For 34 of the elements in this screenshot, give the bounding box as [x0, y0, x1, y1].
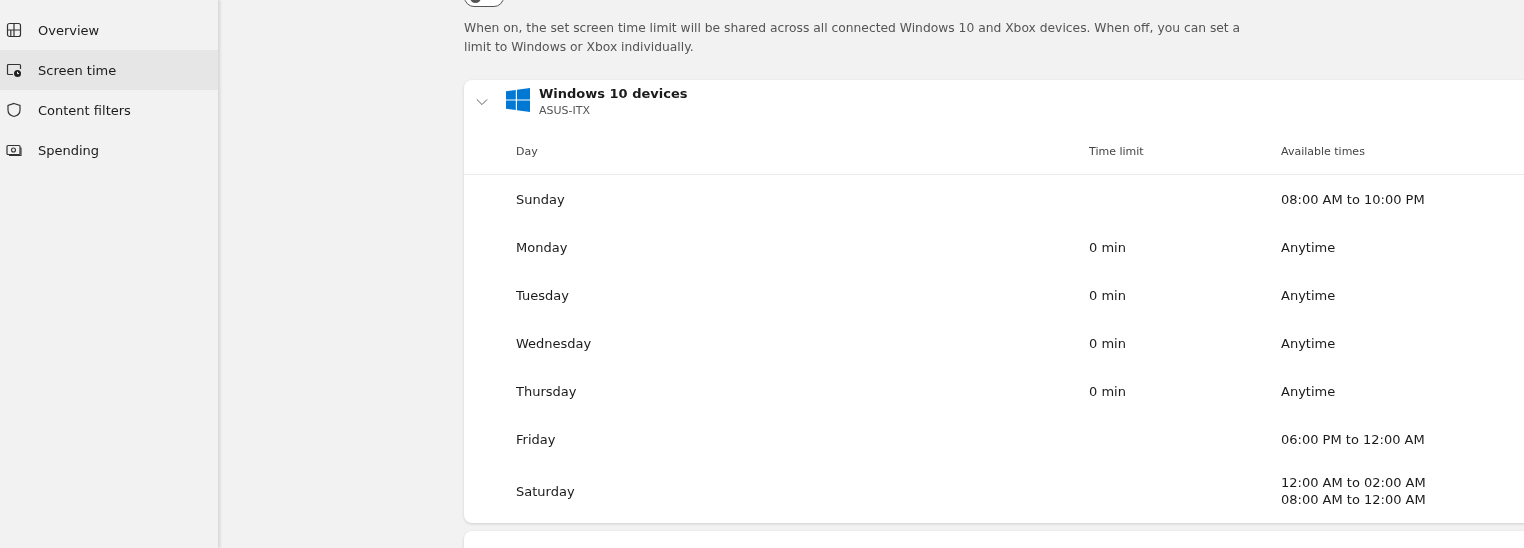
banknote-icon [6, 142, 22, 158]
table-cell-text: Anytime [1281, 383, 1337, 399]
description-text: When on, the set screen time limit will be shared across all connected Windows 10 and Xbox devices. When off, you can set a limit to Windows or Xbox individually. [464, 20, 1242, 56]
table-cell-text: 08:00 AM to 10:00 PM [1281, 191, 1426, 207]
table-cell-text: 12:00 AM to 02:00 AM [1281, 475, 1427, 490]
table-cell-text: 0 min [1089, 239, 1127, 255]
table-cell-text: 08:00 AM to 12:00 AM [1281, 492, 1427, 507]
table-cell-text: Wednesday [516, 335, 593, 351]
monitor-clock-icon [6, 62, 22, 78]
column-header: Available times [1281, 144, 1366, 158]
sidebar-item[interactable]: Content filters [0, 90, 218, 130]
sidebar-item[interactable]: Screen time [0, 50, 218, 90]
table-cell-text: Anytime [1281, 335, 1337, 351]
card-title: Windows 10 devices [539, 85, 688, 101]
column-header: Day [516, 144, 539, 158]
overview-icon [6, 22, 22, 38]
shield-icon [6, 102, 22, 118]
table-cell-text: Tuesday [516, 287, 570, 303]
table-cell-text: 0 min [1089, 287, 1127, 303]
table-cell-text: Monday [516, 239, 569, 255]
device-name: ASUS-ITX [539, 103, 591, 117]
four-pane-window-icon [506, 88, 530, 112]
table-cell-text: Saturday [516, 483, 576, 499]
table-cell-text: 06:00 PM to 12:00 AM [1281, 431, 1426, 447]
table-cell-text: Sunday [516, 191, 566, 207]
sidebar-item[interactable]: Spending [0, 130, 218, 170]
sidebar-item[interactable]: Overview [0, 10, 218, 50]
table-cell-text: 0 min [1089, 335, 1127, 351]
column-header: Time limit [1089, 144, 1145, 158]
table-cell-text: Friday [516, 431, 557, 447]
table-cell-text: 0 min [1089, 383, 1127, 399]
table-cell-text: Anytime [1281, 287, 1337, 303]
table-cell-text: Anytime [1281, 239, 1337, 255]
table-cell-text: Thursday [516, 383, 578, 399]
